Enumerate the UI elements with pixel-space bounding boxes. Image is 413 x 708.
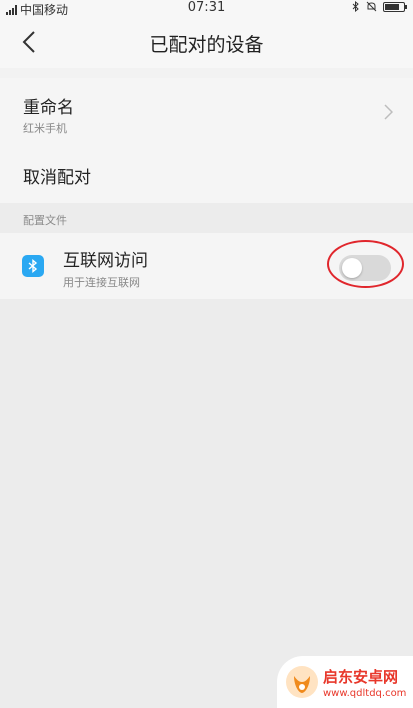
profiles-section-header: 配置文件 xyxy=(0,203,413,233)
watermark-logo-icon xyxy=(286,666,318,698)
device-name: 红米手机 xyxy=(23,122,67,135)
battery-level xyxy=(385,3,399,10)
internet-access-label: 互联网访问 xyxy=(63,251,148,271)
watermark-url: www.qdltdq.com xyxy=(323,688,407,699)
page-title: 已配对的设备 xyxy=(149,34,264,56)
empty-background xyxy=(0,299,413,708)
watermark-title: 启东安卓网 xyxy=(323,668,399,686)
bluetooth-icon xyxy=(352,1,359,12)
profiles-section-label: 配置文件 xyxy=(23,214,67,227)
phone-screen: 中国移动 07:31 已配对的设备 重命名 红米手机 取消配对 配置文件 互联网… xyxy=(0,0,413,708)
chevron-right-icon xyxy=(384,104,393,120)
highlight-annotation xyxy=(327,240,404,288)
rename-row[interactable]: 重命名 红米手机 xyxy=(0,78,413,148)
internet-access-description: 用于连接互联网 xyxy=(63,276,140,289)
bluetooth-icon xyxy=(22,255,44,277)
device-settings-group: 重命名 红米手机 取消配对 xyxy=(0,78,413,203)
status-right xyxy=(352,1,407,12)
site-watermark: 启东安卓网 www.qdltdq.com xyxy=(277,656,413,708)
rename-label: 重命名 xyxy=(23,98,74,118)
unpair-label: 取消配对 xyxy=(23,168,91,188)
title-bar: 已配对的设备 xyxy=(0,16,413,68)
bell-muted-icon xyxy=(366,1,377,12)
status-bar: 中国移动 07:31 xyxy=(0,0,413,17)
battery-icon xyxy=(383,1,407,12)
unpair-row[interactable]: 取消配对 xyxy=(0,148,413,203)
